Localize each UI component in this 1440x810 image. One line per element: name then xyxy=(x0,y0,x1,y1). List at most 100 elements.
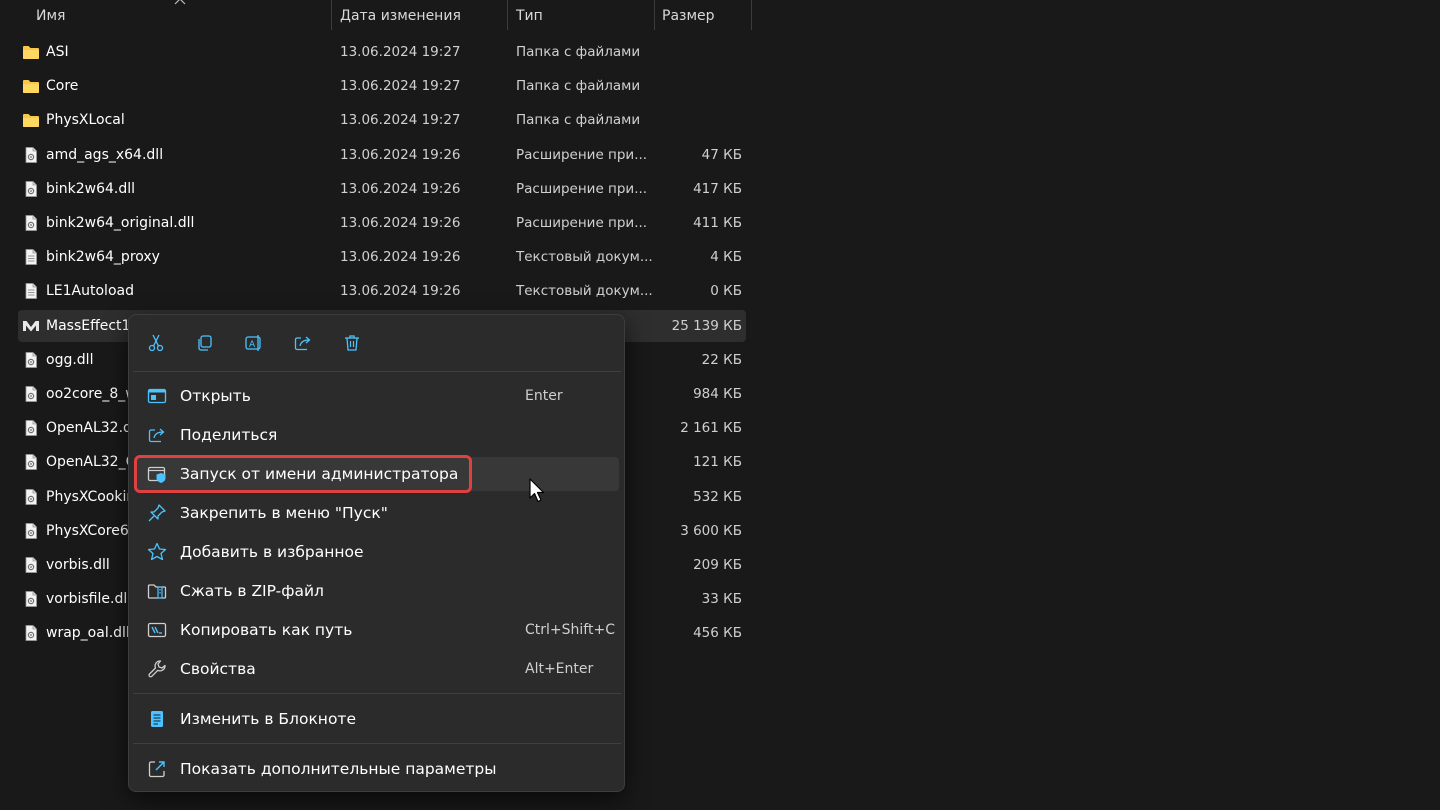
dll-file-icon xyxy=(22,146,40,163)
delete-button[interactable] xyxy=(334,329,370,357)
pin-icon xyxy=(148,504,166,522)
file-size: 417 КБ xyxy=(693,180,742,197)
file-size: 209 КБ xyxy=(693,557,742,573)
folder-icon xyxy=(22,78,40,94)
column-separator[interactable] xyxy=(751,0,752,30)
file-size: 411 КБ xyxy=(693,215,742,231)
menu-item-label: Добавить в избранное xyxy=(180,543,364,561)
file-size: 4 КБ xyxy=(710,249,742,266)
rename-button[interactable]: A xyxy=(236,329,272,357)
file-date: 13.06.2024 19:27 xyxy=(340,78,461,95)
file-type: Текстовый докум... xyxy=(516,249,653,266)
file-type: Папка с файлами xyxy=(516,44,641,60)
menu-item-label: Сжать в ZIP-файл xyxy=(180,582,324,600)
file-name: ogg.dll xyxy=(46,351,94,368)
menu-item-shortcut: Enter xyxy=(525,388,563,404)
file-name: wrap_oal.dll xyxy=(46,625,130,642)
copy-path-icon xyxy=(147,622,167,638)
menu-item-share[interactable]: Поделиться xyxy=(135,418,619,452)
notepad-icon xyxy=(151,711,163,727)
file-size: 532 КБ xyxy=(693,488,742,505)
file-size: 2 161 КБ xyxy=(680,420,742,437)
mouse-cursor-icon xyxy=(529,478,545,503)
folder-icon xyxy=(22,112,40,128)
column-date[interactable]: Дата изменения xyxy=(332,0,508,32)
cut-button[interactable] xyxy=(138,329,174,357)
file-size: 25 139 КБ xyxy=(671,317,742,334)
file-type: Папка с файлами xyxy=(516,112,641,129)
file-size: 47 КБ xyxy=(701,146,742,163)
file-size: 0 КБ xyxy=(710,283,742,300)
trash-icon xyxy=(345,335,359,351)
file-name: MassEffect1 xyxy=(46,317,131,334)
file-row[interactable]: LE1Autoload 13.06.2024 19:26 Текстовый док… xyxy=(18,275,746,307)
scissors-icon xyxy=(148,334,164,352)
file-row[interactable]: bink2w64_proxy 13.06.2024 19:26 Текстовый … xyxy=(18,241,746,273)
file-row[interactable]: Core 13.06.2024 19:27 Папка с файлами xyxy=(18,70,746,102)
menu-item-open[interactable]: Открыть Enter xyxy=(135,379,619,413)
file-name: PhysXCore64 xyxy=(46,522,138,539)
menu-separator xyxy=(133,371,621,372)
dll-file-icon xyxy=(22,454,40,471)
menu-item-label: Открыть xyxy=(180,387,251,405)
file-type: Папка с файлами xyxy=(516,78,641,95)
dll-file-icon xyxy=(22,180,40,197)
menu-item-label: Копировать как путь xyxy=(180,621,353,639)
copy-button[interactable] xyxy=(187,329,223,357)
dll-file-icon xyxy=(22,351,40,368)
menu-separator xyxy=(133,743,621,744)
file-size: 22 КБ xyxy=(701,351,742,368)
more-options-icon xyxy=(148,761,165,778)
file-name: vorbisfile.dll xyxy=(46,591,132,608)
share-quick-button[interactable] xyxy=(285,329,321,357)
sort-ascending-icon xyxy=(174,0,186,5)
mass-effect-app-icon xyxy=(22,318,40,334)
file-name: amd_ags_x64.dll xyxy=(46,146,164,163)
file-name: OpenAL32.d xyxy=(46,420,132,437)
menu-item-label: Закрепить в меню "Пуск" xyxy=(180,504,388,522)
column-size[interactable]: Размер xyxy=(654,0,752,32)
menu-item-pin-start[interactable]: Закрепить в меню "Пуск" xyxy=(135,496,619,530)
file-row[interactable]: PhysXLocal 13.06.2024 19:27 Папка с файлам… xyxy=(18,104,746,136)
file-date: 13.06.2024 19:27 xyxy=(340,44,461,60)
dll-file-icon xyxy=(22,557,40,573)
share-icon xyxy=(294,336,311,351)
file-size: 33 КБ xyxy=(701,591,742,608)
file-row[interactable]: bink2w64.dll 13.06.2024 19:26 Расширение п… xyxy=(18,173,746,205)
column-type[interactable]: Тип xyxy=(508,0,654,32)
svg-text:A: A xyxy=(249,340,256,350)
file-date: 13.06.2024 19:26 xyxy=(340,249,461,266)
menu-item-zip[interactable]: Сжать в ZIP-файл xyxy=(135,574,619,608)
file-name: PhysXCookin xyxy=(46,488,136,505)
file-type: Расширение при... xyxy=(516,146,648,163)
dll-file-icon xyxy=(22,591,40,608)
star-icon xyxy=(147,542,167,561)
menu-item-more-options[interactable]: Показать дополнительные параметры xyxy=(135,752,619,786)
file-size: 984 КБ xyxy=(693,386,742,402)
menu-item-shortcut: Alt+Enter xyxy=(525,661,594,677)
file-date: 13.06.2024 19:27 xyxy=(340,112,461,129)
menu-item-notepad[interactable]: Изменить в Блокноте xyxy=(135,702,619,736)
file-name: Core xyxy=(46,78,79,95)
file-size: 456 КБ xyxy=(693,625,742,642)
file-name: bink2w64_proxy xyxy=(46,249,160,266)
file-row[interactable]: ASI 13.06.2024 19:27 Папка с файлами xyxy=(18,36,746,68)
file-type: Расширение при... xyxy=(516,215,648,231)
file-size: 121 КБ xyxy=(693,454,742,471)
column-header: Имя Дата изменения Тип Размер xyxy=(0,0,760,33)
menu-item-favorites[interactable]: Добавить в избранное xyxy=(135,535,619,569)
file-row[interactable]: bink2w64_original.dll 13.06.2024 19:26 Рас… xyxy=(18,207,746,239)
menu-item-copy-path[interactable]: Копировать как путь Ctrl+Shift+C xyxy=(135,613,619,647)
file-type: Текстовый докум... xyxy=(516,283,653,300)
file-date: 13.06.2024 19:26 xyxy=(340,283,461,300)
open-app-icon xyxy=(147,388,167,404)
wrench-icon xyxy=(148,660,166,678)
file-name: vorbis.dll xyxy=(46,557,110,573)
dll-file-icon xyxy=(22,215,40,231)
dll-file-icon xyxy=(22,522,40,539)
menu-item-properties[interactable]: Свойства Alt+Enter xyxy=(135,652,619,686)
highlight-annotation xyxy=(134,455,472,493)
zip-icon xyxy=(147,584,167,599)
file-row[interactable]: amd_ags_x64.dll 13.06.2024 19:26 Расширени… xyxy=(18,139,746,171)
dll-file-icon xyxy=(22,420,40,437)
